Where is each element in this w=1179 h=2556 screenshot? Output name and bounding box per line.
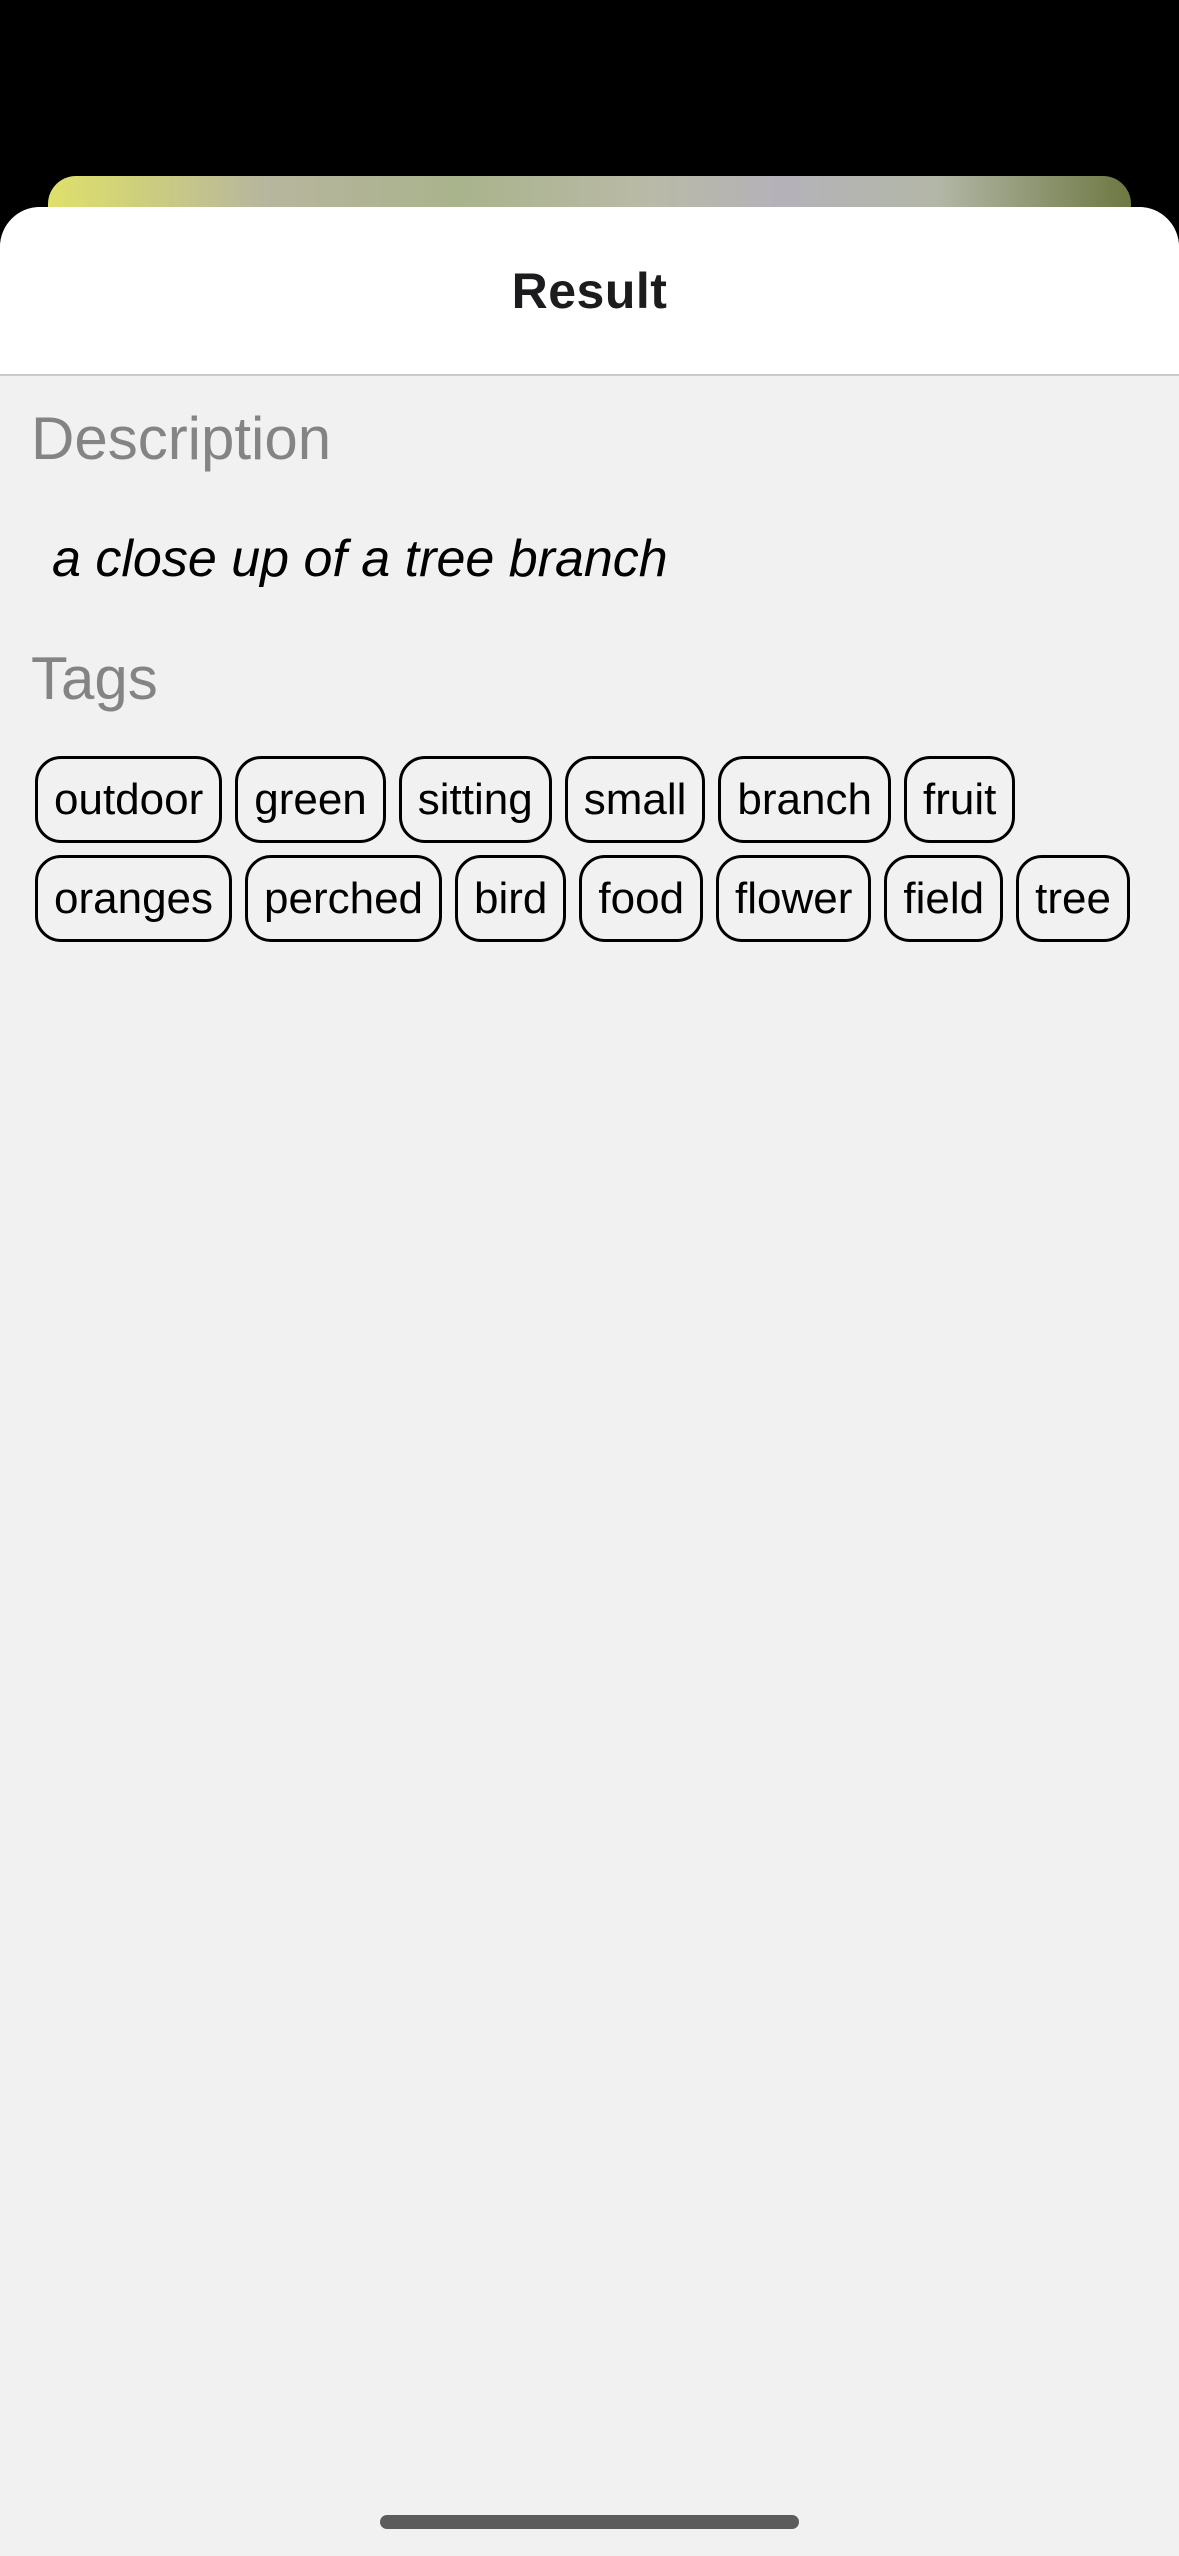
sheet-header: Result: [0, 207, 1179, 376]
tag-chip[interactable]: field: [884, 855, 1004, 942]
tag-chip[interactable]: tree: [1016, 855, 1130, 942]
result-sheet: Result Description a close up of a tree …: [0, 207, 1179, 2556]
tag-chip[interactable]: sitting: [398, 756, 552, 843]
tag-chip[interactable]: outdoor: [35, 756, 223, 843]
tags-heading: Tags: [31, 645, 158, 712]
tag-chip[interactable]: oranges: [35, 855, 233, 942]
tag-chip[interactable]: bird: [455, 855, 567, 942]
tags-row-1: outdoor green sitting small branch fruit: [35, 756, 1016, 843]
description-text: a close up of a tree branch: [52, 530, 668, 588]
home-indicator[interactable]: [380, 2515, 799, 2529]
tag-chip[interactable]: flower: [716, 855, 872, 942]
tag-chip[interactable]: green: [235, 756, 386, 843]
tag-chip[interactable]: food: [579, 855, 704, 942]
tags-row-2: oranges perched bird food flower field t…: [35, 855, 1130, 942]
tag-chip[interactable]: perched: [245, 855, 443, 942]
sheet-title: Result: [511, 262, 668, 319]
tag-chip[interactable]: small: [564, 756, 706, 843]
tag-chip[interactable]: fruit: [903, 756, 1016, 843]
description-heading: Description: [31, 405, 332, 472]
tag-chip[interactable]: branch: [718, 756, 891, 843]
